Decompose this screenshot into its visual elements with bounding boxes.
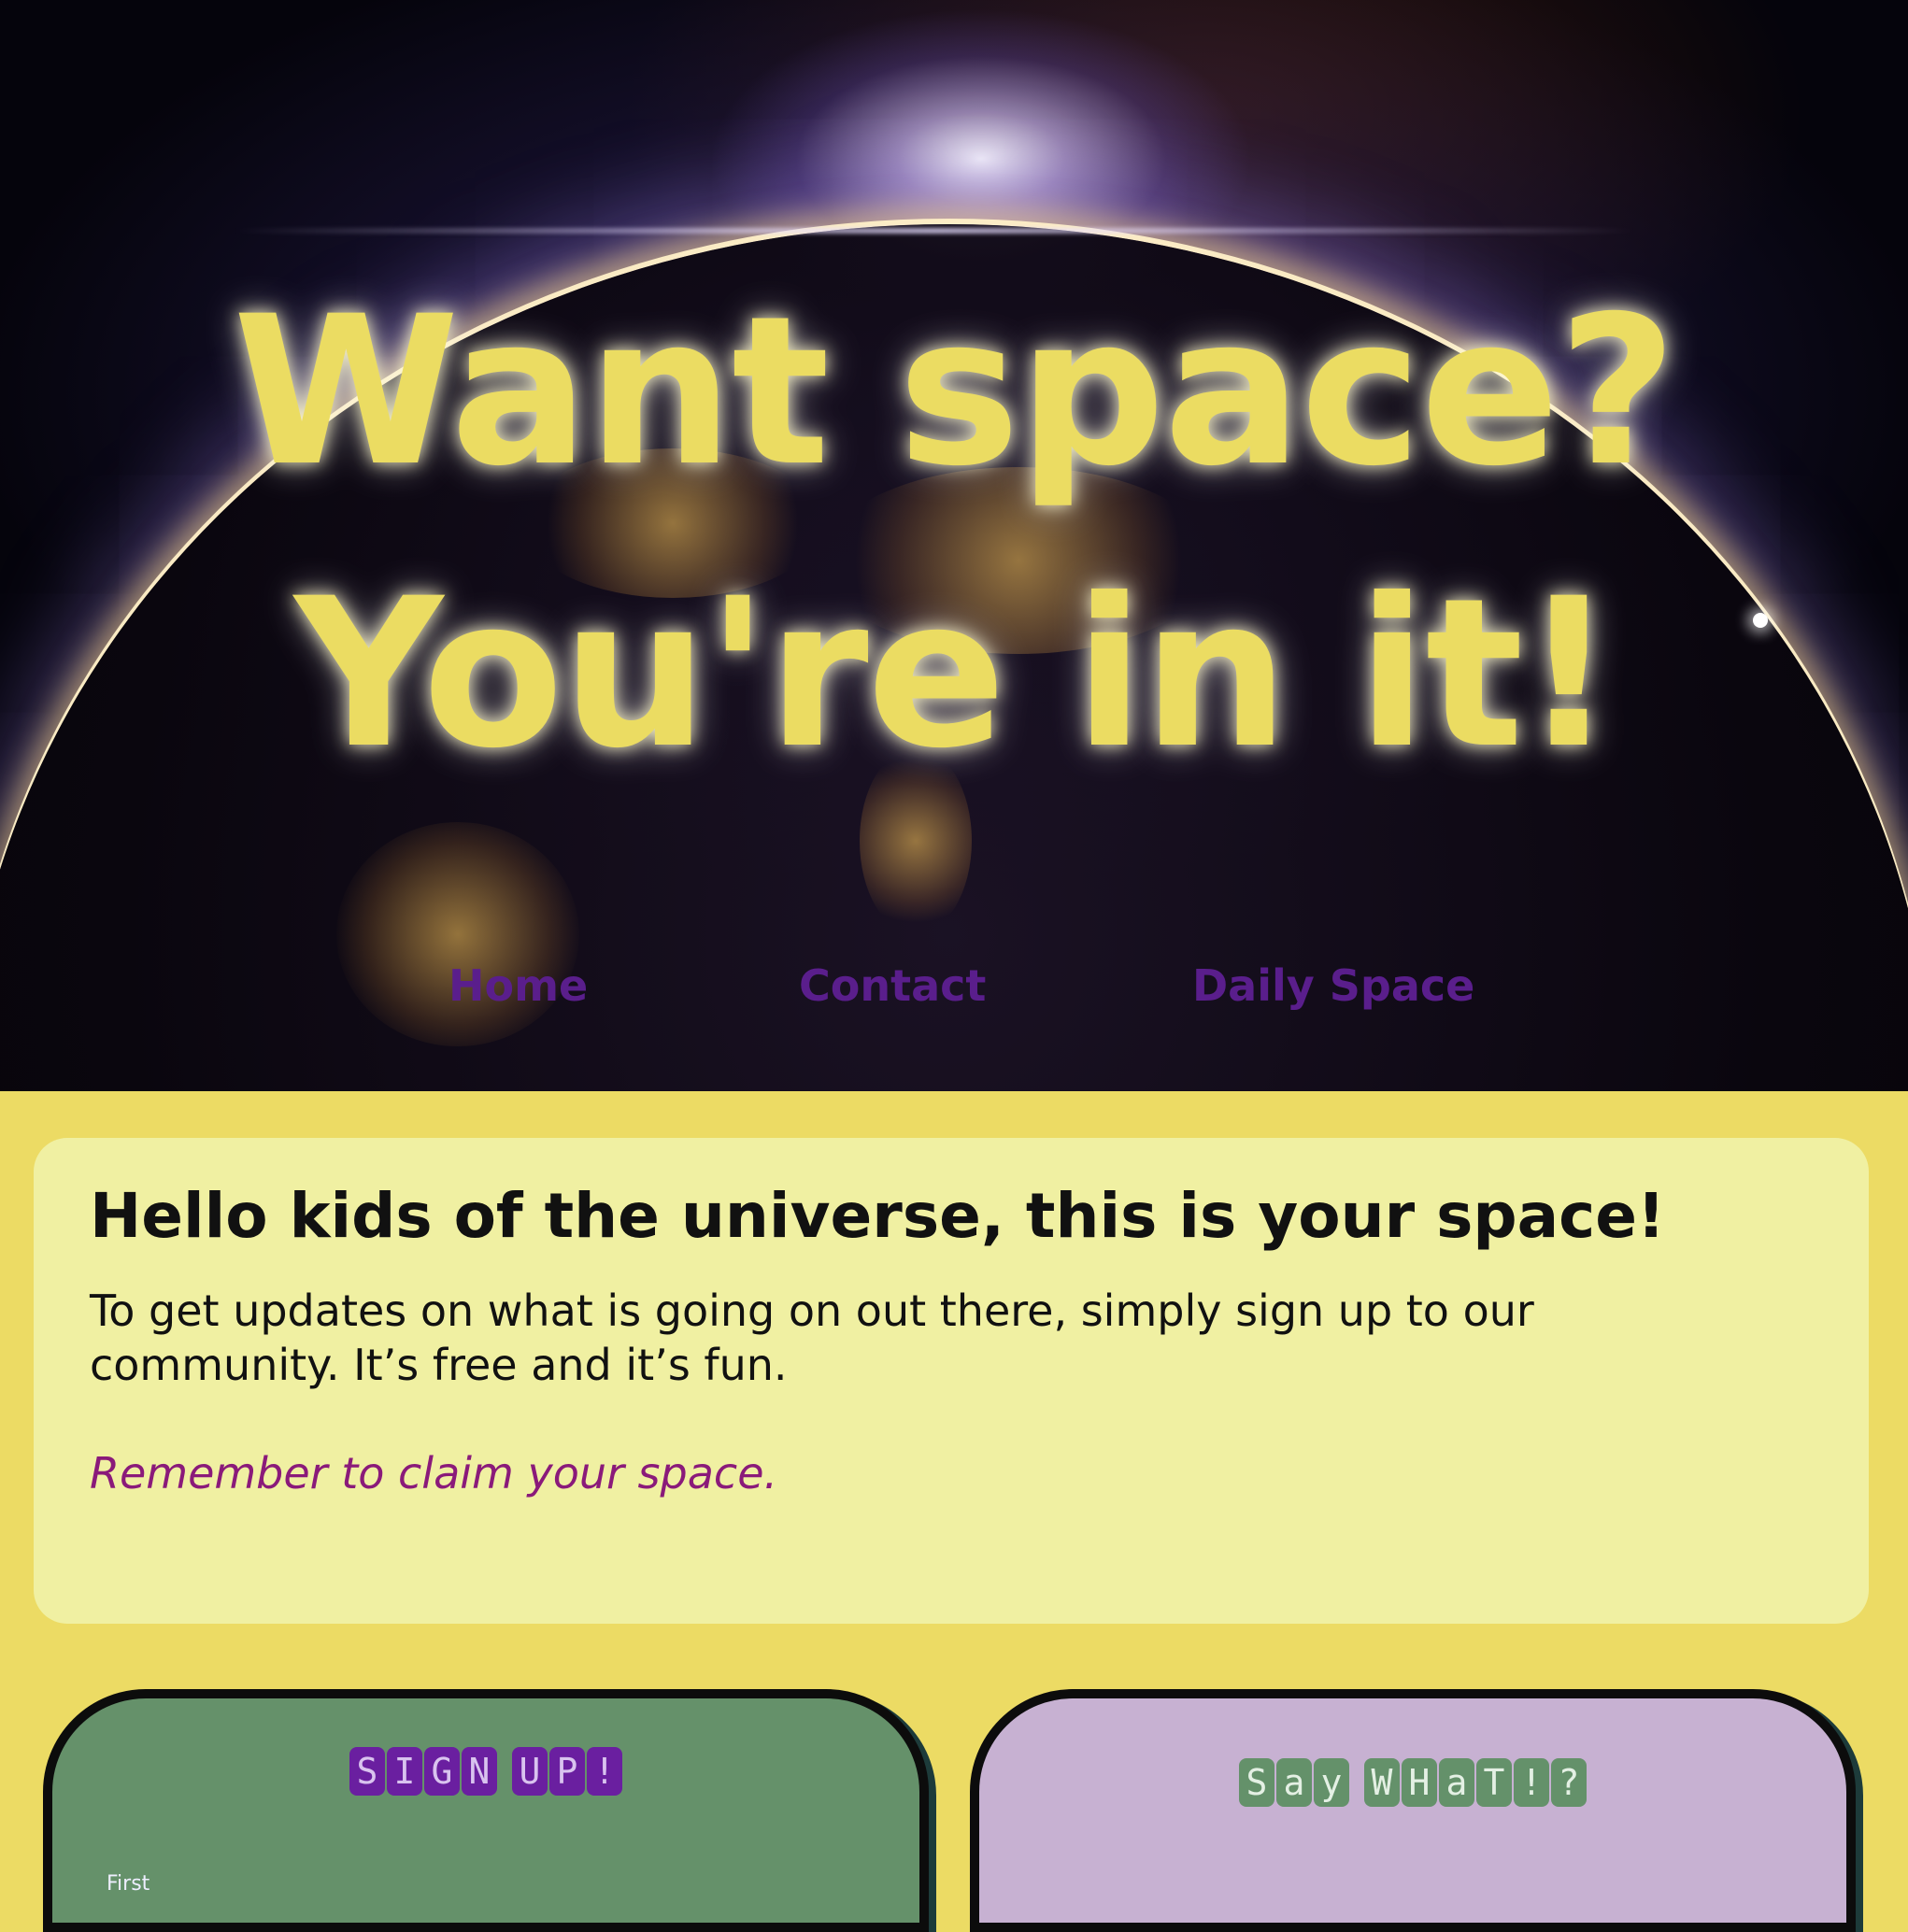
intro-card: Hello kids of the universe, this is your… bbox=[34, 1138, 1869, 1624]
title-letter-tile bbox=[499, 1747, 510, 1796]
signup-first-field-label: First bbox=[107, 1872, 150, 1896]
headline-line-2: You're in it! bbox=[293, 554, 1616, 793]
signup-panel: S I G N U P! First bbox=[43, 1689, 929, 1932]
signup-title: S I G N U P! bbox=[52, 1747, 919, 1796]
title-letter-tile: H bbox=[1402, 1758, 1437, 1807]
title-letter-tile: N bbox=[462, 1747, 497, 1796]
title-letter-tile: a bbox=[1439, 1758, 1474, 1807]
title-letter-tile: ! bbox=[1514, 1758, 1549, 1807]
say-what-panel: Sa y W Ha T!? bbox=[970, 1689, 1856, 1932]
title-letter-tile: I bbox=[387, 1747, 422, 1796]
say-what-title: Sa y W Ha T!? bbox=[979, 1758, 1846, 1807]
title-letter-tile: W bbox=[1364, 1758, 1400, 1807]
title-letter-tile: S bbox=[349, 1747, 385, 1796]
nav-link-daily-space[interactable]: Daily Space bbox=[1192, 960, 1474, 1011]
title-letter-tile bbox=[1351, 1758, 1362, 1807]
title-letter-tile: ? bbox=[1551, 1758, 1587, 1807]
title-letter-tile: P bbox=[549, 1747, 585, 1796]
title-letter-tile: ! bbox=[587, 1747, 622, 1796]
headline-line-1: Want space? bbox=[233, 272, 1677, 511]
title-letter-tile: T bbox=[1476, 1758, 1512, 1807]
intro-reminder: Remember to claim your space. bbox=[90, 1448, 778, 1499]
title-letter-tile: y bbox=[1314, 1758, 1349, 1807]
hero-banner: Want space? You're in it! Home Contact D… bbox=[0, 0, 1908, 1091]
title-letter-tile: S bbox=[1239, 1758, 1274, 1807]
sun-flare bbox=[234, 228, 1635, 234]
intro-body: To get updates on what is going on out t… bbox=[90, 1286, 1534, 1390]
main-nav: Home Contact Daily Space bbox=[0, 960, 1908, 1016]
title-letter-tile: U bbox=[512, 1747, 548, 1796]
nav-link-home[interactable]: Home bbox=[449, 960, 588, 1011]
title-letter-tile: G bbox=[424, 1747, 460, 1796]
hero-headline: Want space? You're in it! bbox=[0, 250, 1908, 815]
nav-link-contact[interactable]: Contact bbox=[799, 960, 986, 1011]
title-letter-tile: a bbox=[1276, 1758, 1312, 1807]
intro-heading: Hello kids of the universe, this is your… bbox=[90, 1180, 1666, 1252]
